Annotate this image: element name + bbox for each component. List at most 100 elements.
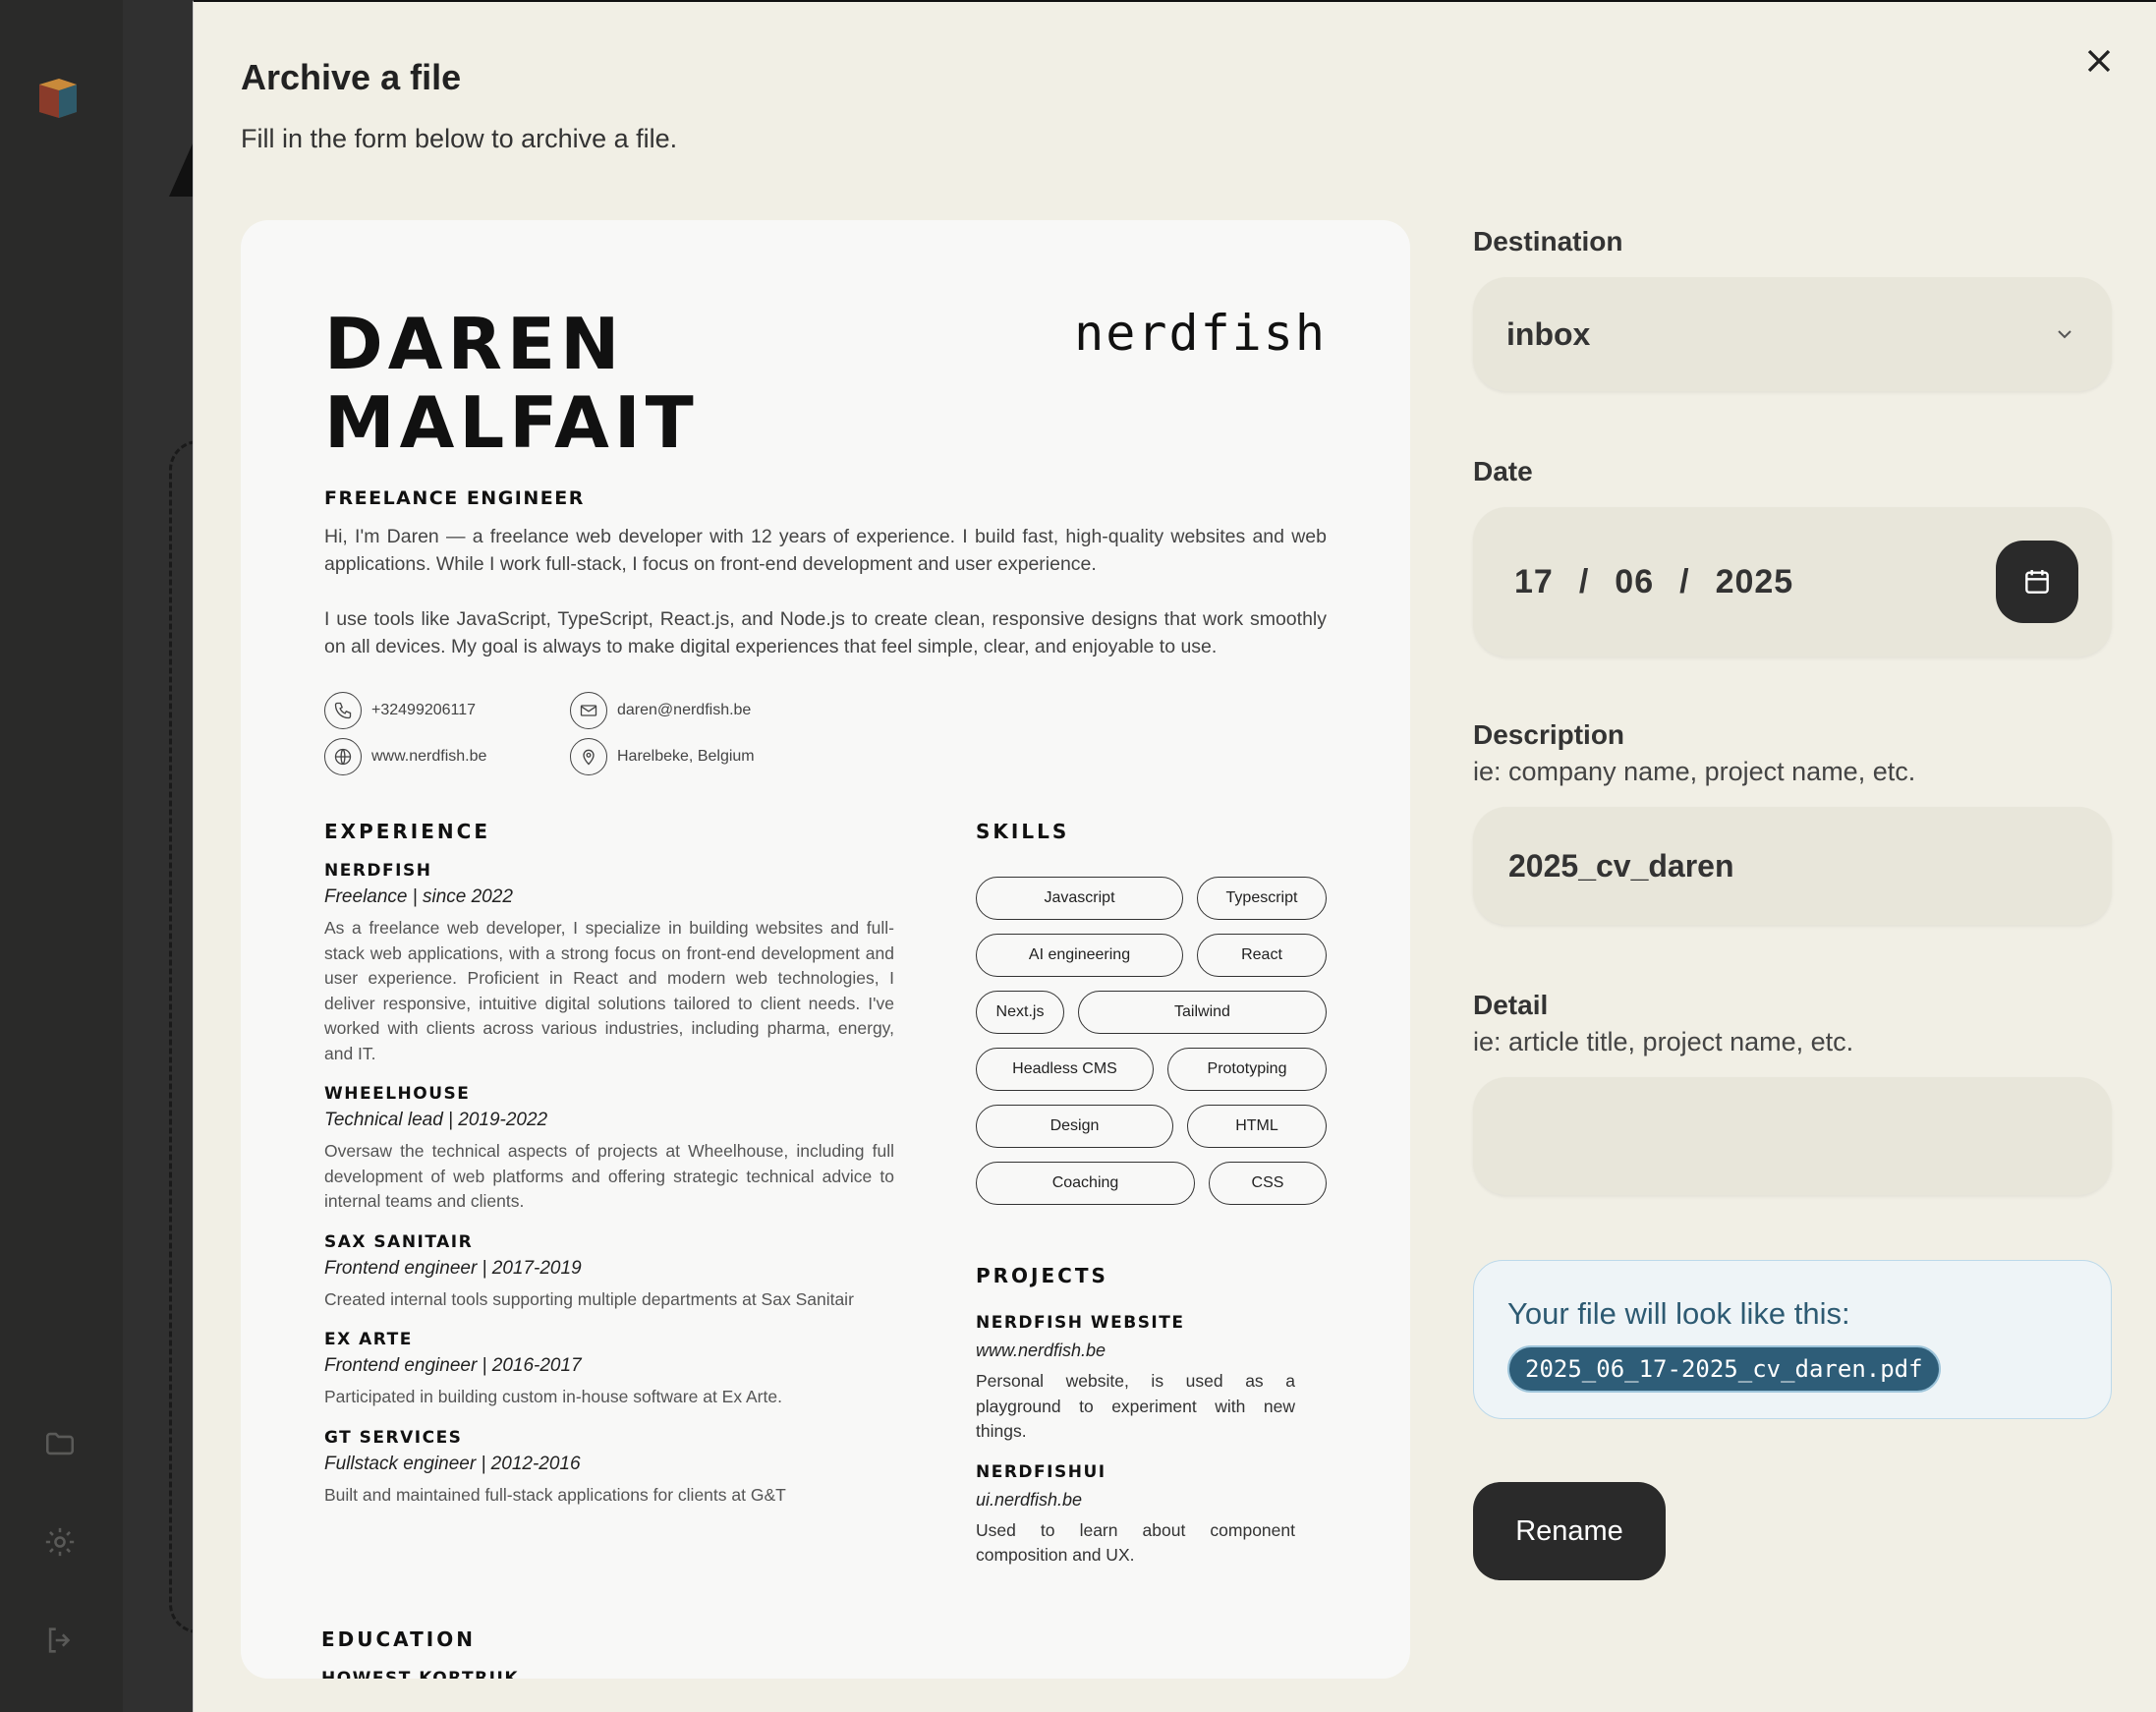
skill-tag: Javascript (976, 877, 1183, 920)
job-description: Created internal tools supporting multip… (324, 1288, 854, 1309)
skill-tag: Prototyping (1167, 1048, 1327, 1091)
cv-brand: nerdfish (1074, 305, 1327, 362)
job-description: Oversaw the technical aspects of project… (324, 1141, 894, 1211)
destination-label: Destination (1473, 226, 1623, 257)
cv-phone: +32499206117 (371, 702, 477, 718)
cv-experience: EXPERIENCE NERDFISH Freelance | since 20… (324, 820, 894, 1508)
date-input[interactable]: 17 / 06 / 2025 (1473, 507, 2112, 656)
skills-title: SKILLS (976, 820, 1070, 843)
document-preview[interactable]: DAREN MALFAIT nerdfish FREELANCE ENGINEE… (241, 220, 1410, 1679)
job-role: Technical lead | 2019-2022 (324, 1110, 548, 1130)
project-name: NERDFISH WEBSITE (976, 1313, 1185, 1333)
description-hint: ie: company name, project name, etc. (1473, 757, 1916, 786)
app-sidebar (0, 0, 123, 1712)
modal-subtitle: Fill in the form below to archive a file… (241, 124, 678, 153)
date-label: Date (1473, 456, 1533, 486)
project-description: Used to learn about component compositio… (976, 1519, 1295, 1566)
job-role: Fullstack engineer | 2012-2016 (324, 1453, 581, 1474)
calendar-icon (2025, 570, 2049, 594)
job-description: Participated in building custom in-house… (324, 1387, 782, 1406)
archive-modal: Archive a file Fill in the form below to… (193, 0, 2156, 1712)
skill-tag: Headless CMS (976, 1048, 1154, 1091)
job-entry: SAX SANITAIR Frontend engineer | 2017-20… (324, 1232, 894, 1313)
cv-name-last: MALFAIT (324, 381, 699, 464)
detail-hint: ie: article title, project name, etc. (1473, 1027, 1854, 1056)
rename-button[interactable]: Rename (1473, 1482, 1666, 1580)
date-year[interactable]: 2025 (1716, 563, 1794, 601)
logout-icon[interactable] (43, 1624, 77, 1657)
skill-tag: React (1197, 934, 1327, 977)
job-role: Frontend engineer | 2017-2019 (324, 1257, 582, 1279)
filename-preview: 2025_06_17-2025_cv_daren.pdf (1507, 1345, 1941, 1393)
filename-preview-label: Your file will look like this: (1507, 1296, 1850, 1331)
calendar-button[interactable] (1996, 541, 2078, 623)
skill-tag: AI engineering (976, 934, 1183, 977)
date-day[interactable]: 17 (1514, 563, 1554, 601)
cv-contact-phone: +32499206117 (324, 692, 476, 729)
description-label: Description (1473, 719, 1625, 750)
date-separator: / (1578, 562, 1590, 600)
skill-tag: Tailwind (1078, 991, 1327, 1034)
job-description: As a freelance web developer, I speciali… (324, 918, 894, 1063)
education-title: EDUCATION (321, 1627, 476, 1651)
cv-document: DAREN MALFAIT nerdfish FREELANCE ENGINEE… (324, 305, 1327, 1565)
cv-contact-email: daren@nerdfish.be (570, 692, 751, 729)
job-entry: GT SERVICES Fullstack engineer | 2012-20… (324, 1428, 894, 1509)
cv-website: www.nerdfish.be (371, 748, 487, 765)
job-company: NERDFISH (324, 861, 432, 881)
cv-contacts: +32499206117 daren@nerdfish.be www.nerdf… (324, 692, 1327, 780)
filename-preview-box: Your file will look like this: 2025_06_1… (1473, 1260, 2112, 1419)
cv-contact-location: Harelbeke, Belgium (570, 738, 755, 775)
skill-tag: Next.js (976, 991, 1064, 1034)
cv-email: daren@nerdfish.be (617, 702, 752, 718)
project-entry: NERDFISH WEBSITE www.nerdfish.be Persona… (976, 1313, 1327, 1445)
app-logo (39, 79, 77, 118)
project-name: NERDFISHUI (976, 1461, 1106, 1482)
job-entry: WHEELHOUSE Technical lead | 2019-2022 Ov… (324, 1084, 894, 1215)
job-company: GT SERVICES (324, 1427, 463, 1448)
location-pin-icon (570, 738, 607, 775)
globe-icon (324, 738, 362, 775)
cv-intro: Hi, I'm Daren — a freelance web develope… (324, 526, 1327, 575)
chevron-down-icon (2058, 330, 2071, 339)
phone-icon (324, 692, 362, 729)
job-description: Built and maintained full-stack applicat… (324, 1484, 786, 1505)
modal-title: Archive a file (241, 57, 462, 97)
skills-list: Javascript Typescript AI engineering Rea… (976, 877, 1327, 1205)
job-company: SAX SANITAIR (324, 1231, 474, 1252)
job-company: EX ARTE (324, 1330, 413, 1349)
job-entry: EX ARTE Frontend engineer | 2016-2017 Pa… (324, 1330, 894, 1410)
detail-input[interactable] (1473, 1077, 2112, 1195)
description-input[interactable]: 2025_cv_daren (1473, 807, 2112, 925)
cv-intro: I use tools like JavaScript, TypeScript,… (324, 608, 1327, 657)
destination-select[interactable]: inbox (1473, 277, 2112, 391)
folder-icon[interactable] (43, 1427, 77, 1460)
skill-tag: Coaching (976, 1162, 1195, 1205)
project-entry: NERDFISHUI ui.nerdfish.be Used to learn … (976, 1462, 1327, 1569)
project-description: Personal website, is used as a playgroun… (976, 1371, 1295, 1441)
job-role: Freelance | since 2022 (324, 886, 513, 907)
skill-tag: HTML (1187, 1105, 1327, 1148)
projects-title: PROJECTS (976, 1264, 1108, 1287)
cv-role: FREELANCE ENGINEER (324, 487, 585, 509)
job-entry: NERDFISH Freelance | since 2022 As a fre… (324, 861, 894, 1066)
gear-icon[interactable] (43, 1525, 77, 1559)
skill-tag: Design (976, 1105, 1173, 1148)
date-separator: / (1679, 562, 1690, 600)
education-entry-partial: HOWEST KORTRIJK (321, 1669, 519, 1679)
job-company: WHEELHOUSE (324, 1084, 471, 1104)
skill-tag: Typescript (1197, 877, 1327, 920)
destination-value: inbox (1506, 315, 1591, 352)
cv-skills-projects: SKILLS Javascript Typescript AI engineer… (976, 820, 1327, 1569)
detail-label: Detail (1473, 990, 1549, 1020)
skill-tag: CSS (1209, 1162, 1327, 1205)
project-url: ui.nerdfish.be (976, 1489, 1083, 1510)
close-icon[interactable] (2079, 41, 2119, 81)
cv-contact-website: www.nerdfish.be (324, 738, 486, 775)
archive-form: Destination inbox Date 17 / 06 / 2025 De… (1473, 220, 2112, 1580)
description-value: 2025_cv_daren (1508, 847, 1734, 884)
date-month[interactable]: 06 (1615, 563, 1654, 601)
cv-location: Harelbeke, Belgium (617, 748, 755, 765)
project-url: www.nerdfish.be (976, 1341, 1106, 1360)
job-role: Frontend engineer | 2016-2017 (324, 1355, 582, 1376)
